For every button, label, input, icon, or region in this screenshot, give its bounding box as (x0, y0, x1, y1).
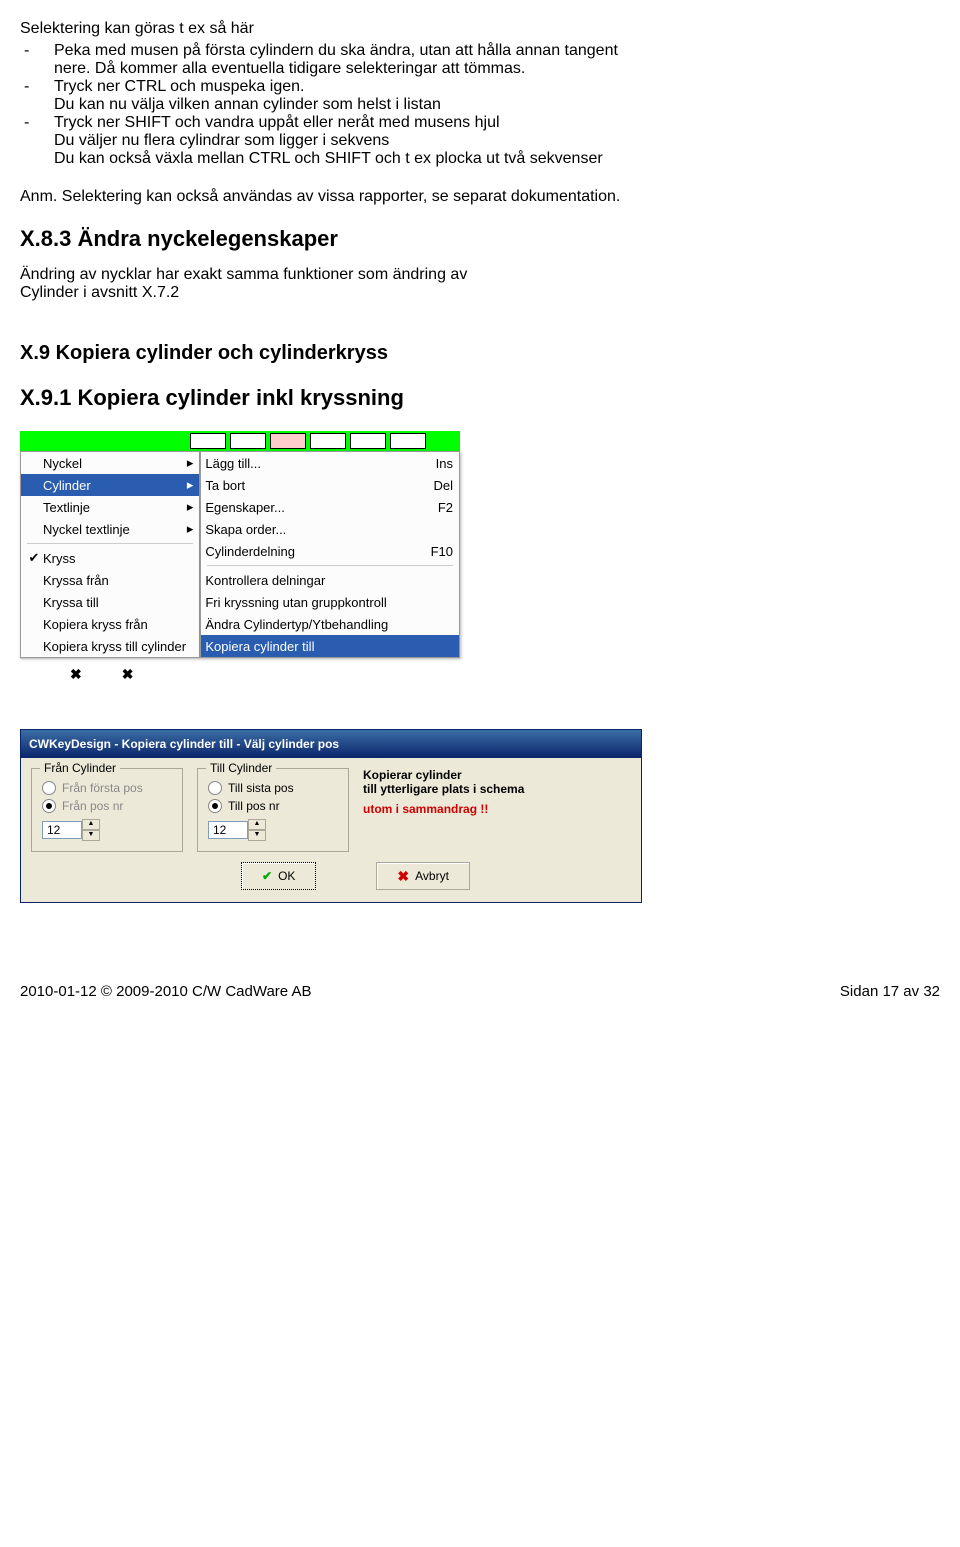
chevron-right-icon: ▸ (181, 455, 193, 471)
check-icon: ✔ (25, 550, 43, 566)
context-submenu-cylinder: Lägg till... Ins Ta bort Del Egenskaper.… (200, 451, 460, 658)
heading-x83: X.8.3 Ändra nyckelegenskaper (20, 226, 940, 252)
submenu-cylinderdelning[interactable]: Cylinderdelning F10 (201, 540, 459, 562)
check-icon: ✔ (262, 869, 272, 883)
submenu-egenskaper[interactable]: Egenskaper... F2 (201, 496, 459, 518)
dialog-info-text: Kopierar cylinder till ytterligare plats… (363, 768, 631, 852)
x-mark-icon: ✖ (70, 666, 82, 683)
menu-item-nyckel[interactable]: Nyckel ▸ (21, 452, 199, 474)
from-pos-spinner[interactable]: ▲ ▼ (42, 819, 172, 841)
heading-x9: X.9 Kopiera cylinder och cylinderkryss (20, 342, 940, 365)
menu-item-kryssa-till[interactable]: Kryssa till (21, 591, 199, 613)
spinner-down-icon[interactable]: ▼ (82, 830, 100, 841)
menu-item-kryssa-fran[interactable]: Kryssa från (21, 569, 199, 591)
dash-icon: - (20, 114, 54, 168)
radio-icon (208, 799, 222, 813)
context-menu-main: Nyckel ▸ Cylinder ▸ Textlinje ▸ Nyckel t… (20, 451, 200, 658)
menu-item-nyckel-textlinje[interactable]: Nyckel textlinje ▸ (21, 518, 199, 540)
from-pos-nr-radio[interactable]: Från pos nr (42, 799, 172, 813)
x83-text: Ändring av nycklar har exakt samma funkt… (20, 266, 940, 302)
radio-icon (42, 799, 56, 813)
dash-icon: - (20, 42, 54, 78)
to-pos-nr-radio[interactable]: Till pos nr (208, 799, 338, 813)
submenu-kopiera-cylinder-till[interactable]: Kopiera cylinder till (201, 635, 459, 657)
dialog-title-text: CWKeyDesign - Kopiera cylinder till - Vä… (29, 737, 339, 751)
to-cylinder-group: Till Cylinder Till sista pos Till pos nr… (197, 768, 349, 852)
bullet-2: - Tryck ner CTRL och muspeka igen. Du ka… (20, 78, 940, 114)
heading-x91: X.9.1 Kopiera cylinder inkl kryssning (20, 385, 940, 411)
to-last-pos-radio[interactable]: Till sista pos (208, 781, 338, 795)
footer-left: 2010-01-12 © 2009-2010 C/W CadWare AB (20, 983, 312, 1000)
to-pos-input[interactable] (208, 821, 248, 839)
context-menu-screenshot: Nyckel ▸ Cylinder ▸ Textlinje ▸ Nyckel t… (20, 431, 460, 689)
cancel-button[interactable]: ✖ Avbryt (376, 862, 470, 890)
menu-item-textlinje[interactable]: Textlinje ▸ (21, 496, 199, 518)
radio-icon (42, 781, 56, 795)
x-mark-icon: ✖ (122, 666, 134, 683)
spinner-up-icon[interactable]: ▲ (82, 819, 100, 830)
bullet-list-1: - Peka med musen på första cylindern du … (20, 42, 940, 168)
close-icon: ✖ (397, 868, 409, 885)
intro-line: Selektering kan göras t ex så här (20, 20, 940, 38)
submenu-fri-kryssning[interactable]: Fri kryssning utan gruppkontroll (201, 591, 459, 613)
page-footer: 2010-01-12 © 2009-2010 C/W CadWare AB Si… (20, 983, 940, 1000)
chevron-right-icon: ▸ (181, 521, 193, 537)
body-text: Selektering kan göras t ex så här - Peka… (20, 20, 940, 411)
to-pos-spinner[interactable]: ▲ ▼ (208, 819, 338, 841)
copy-cylinder-dialog: CWKeyDesign - Kopiera cylinder till - Vä… (20, 729, 642, 903)
from-first-pos-radio[interactable]: Från första pos (42, 781, 172, 795)
chevron-right-icon: ▸ (181, 499, 193, 515)
to-group-label: Till Cylinder (206, 761, 276, 775)
from-group-label: Från Cylinder (40, 761, 120, 775)
spinner-down-icon[interactable]: ▼ (248, 830, 266, 841)
submenu-skapa-order[interactable]: Skapa order... (201, 518, 459, 540)
menu-item-kopiera-kryss-fran[interactable]: Kopiera kryss från (21, 613, 199, 635)
schema-header-strip (20, 431, 460, 451)
submenu-kontrollera-delningar[interactable]: Kontrollera delningar (201, 569, 459, 591)
dash-icon: - (20, 78, 54, 114)
from-cylinder-group: Från Cylinder Från första pos Från pos n… (31, 768, 183, 852)
chevron-right-icon: ▸ (181, 477, 193, 493)
ok-button[interactable]: ✔ OK (241, 862, 316, 890)
schema-bottom-strip: ✖ ✖ (20, 658, 460, 689)
menu-item-cylinder[interactable]: Cylinder ▸ (21, 474, 199, 496)
menu-separator (207, 565, 453, 566)
menu-item-kryss[interactable]: ✔ Kryss (21, 547, 199, 569)
bullet-1: - Peka med musen på första cylindern du … (20, 42, 940, 78)
footer-right: Sidan 17 av 32 (840, 983, 940, 1000)
anm-note: Anm. Selektering kan också användas av v… (20, 188, 940, 206)
submenu-lagg-till[interactable]: Lägg till... Ins (201, 452, 459, 474)
spinner-up-icon[interactable]: ▲ (248, 819, 266, 830)
bullet-3: - Tryck ner SHIFT och vandra uppåt eller… (20, 114, 940, 168)
submenu-andra-cylindertyp[interactable]: Ändra Cylindertyp/Ytbehandling (201, 613, 459, 635)
from-pos-input[interactable] (42, 821, 82, 839)
menu-item-kopiera-kryss-till[interactable]: Kopiera kryss till cylinder (21, 635, 199, 657)
submenu-ta-bort[interactable]: Ta bort Del (201, 474, 459, 496)
menu-separator (27, 543, 193, 544)
radio-icon (208, 781, 222, 795)
dialog-titlebar[interactable]: CWKeyDesign - Kopiera cylinder till - Vä… (21, 730, 641, 758)
